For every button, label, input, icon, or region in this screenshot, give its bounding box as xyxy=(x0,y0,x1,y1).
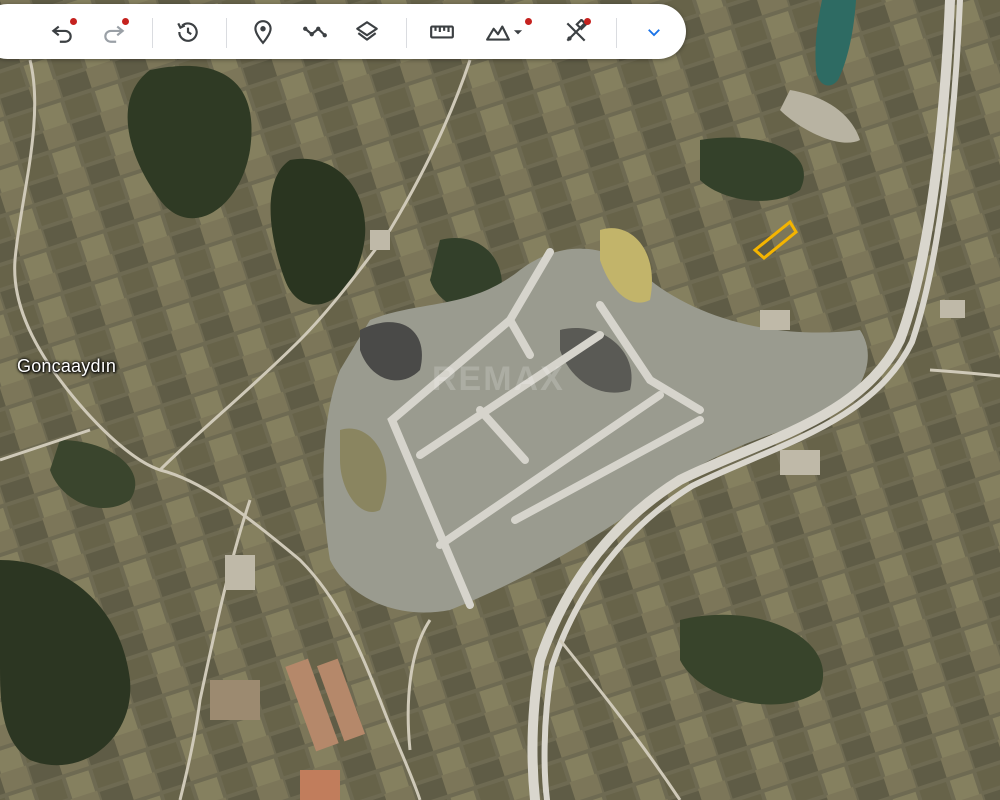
toolbar-separator xyxy=(226,18,227,48)
tools-button[interactable] xyxy=(557,13,595,51)
expand-toolbar-button[interactable] xyxy=(635,13,673,51)
ruler-button[interactable] xyxy=(423,13,461,51)
layers-icon xyxy=(356,21,378,41)
place-label-goncaaydin: Goncaaydın xyxy=(17,356,117,376)
tools-badge xyxy=(584,18,591,25)
elevation-profile-button[interactable] xyxy=(480,13,532,51)
undo-button[interactable] xyxy=(43,13,81,51)
satellite-map[interactable] xyxy=(0,0,1000,800)
add-placemark-button[interactable] xyxy=(244,13,282,51)
undo-badge xyxy=(70,18,77,25)
toolbar-separator xyxy=(406,18,407,48)
toolbar-separator xyxy=(152,18,153,48)
expand-chevron-icon xyxy=(648,29,660,37)
historical-imagery-button[interactable] xyxy=(169,13,207,51)
redo-badge xyxy=(122,18,129,25)
historical-imagery-icon xyxy=(177,22,198,42)
elevation-profile-icon xyxy=(486,25,510,41)
redo-button[interactable] xyxy=(95,13,133,51)
add-path-icon xyxy=(303,26,327,38)
map-toolbar xyxy=(0,4,686,59)
layers-button[interactable] xyxy=(348,13,386,51)
ruler-icon xyxy=(430,25,454,39)
add-path-button[interactable] xyxy=(296,13,334,51)
elevation-badge xyxy=(525,18,532,25)
add-placemark-icon xyxy=(254,20,272,45)
watermark: REMAX xyxy=(432,360,565,398)
dropdown-arrow-icon xyxy=(513,30,523,35)
toolbar-separator xyxy=(616,18,617,48)
